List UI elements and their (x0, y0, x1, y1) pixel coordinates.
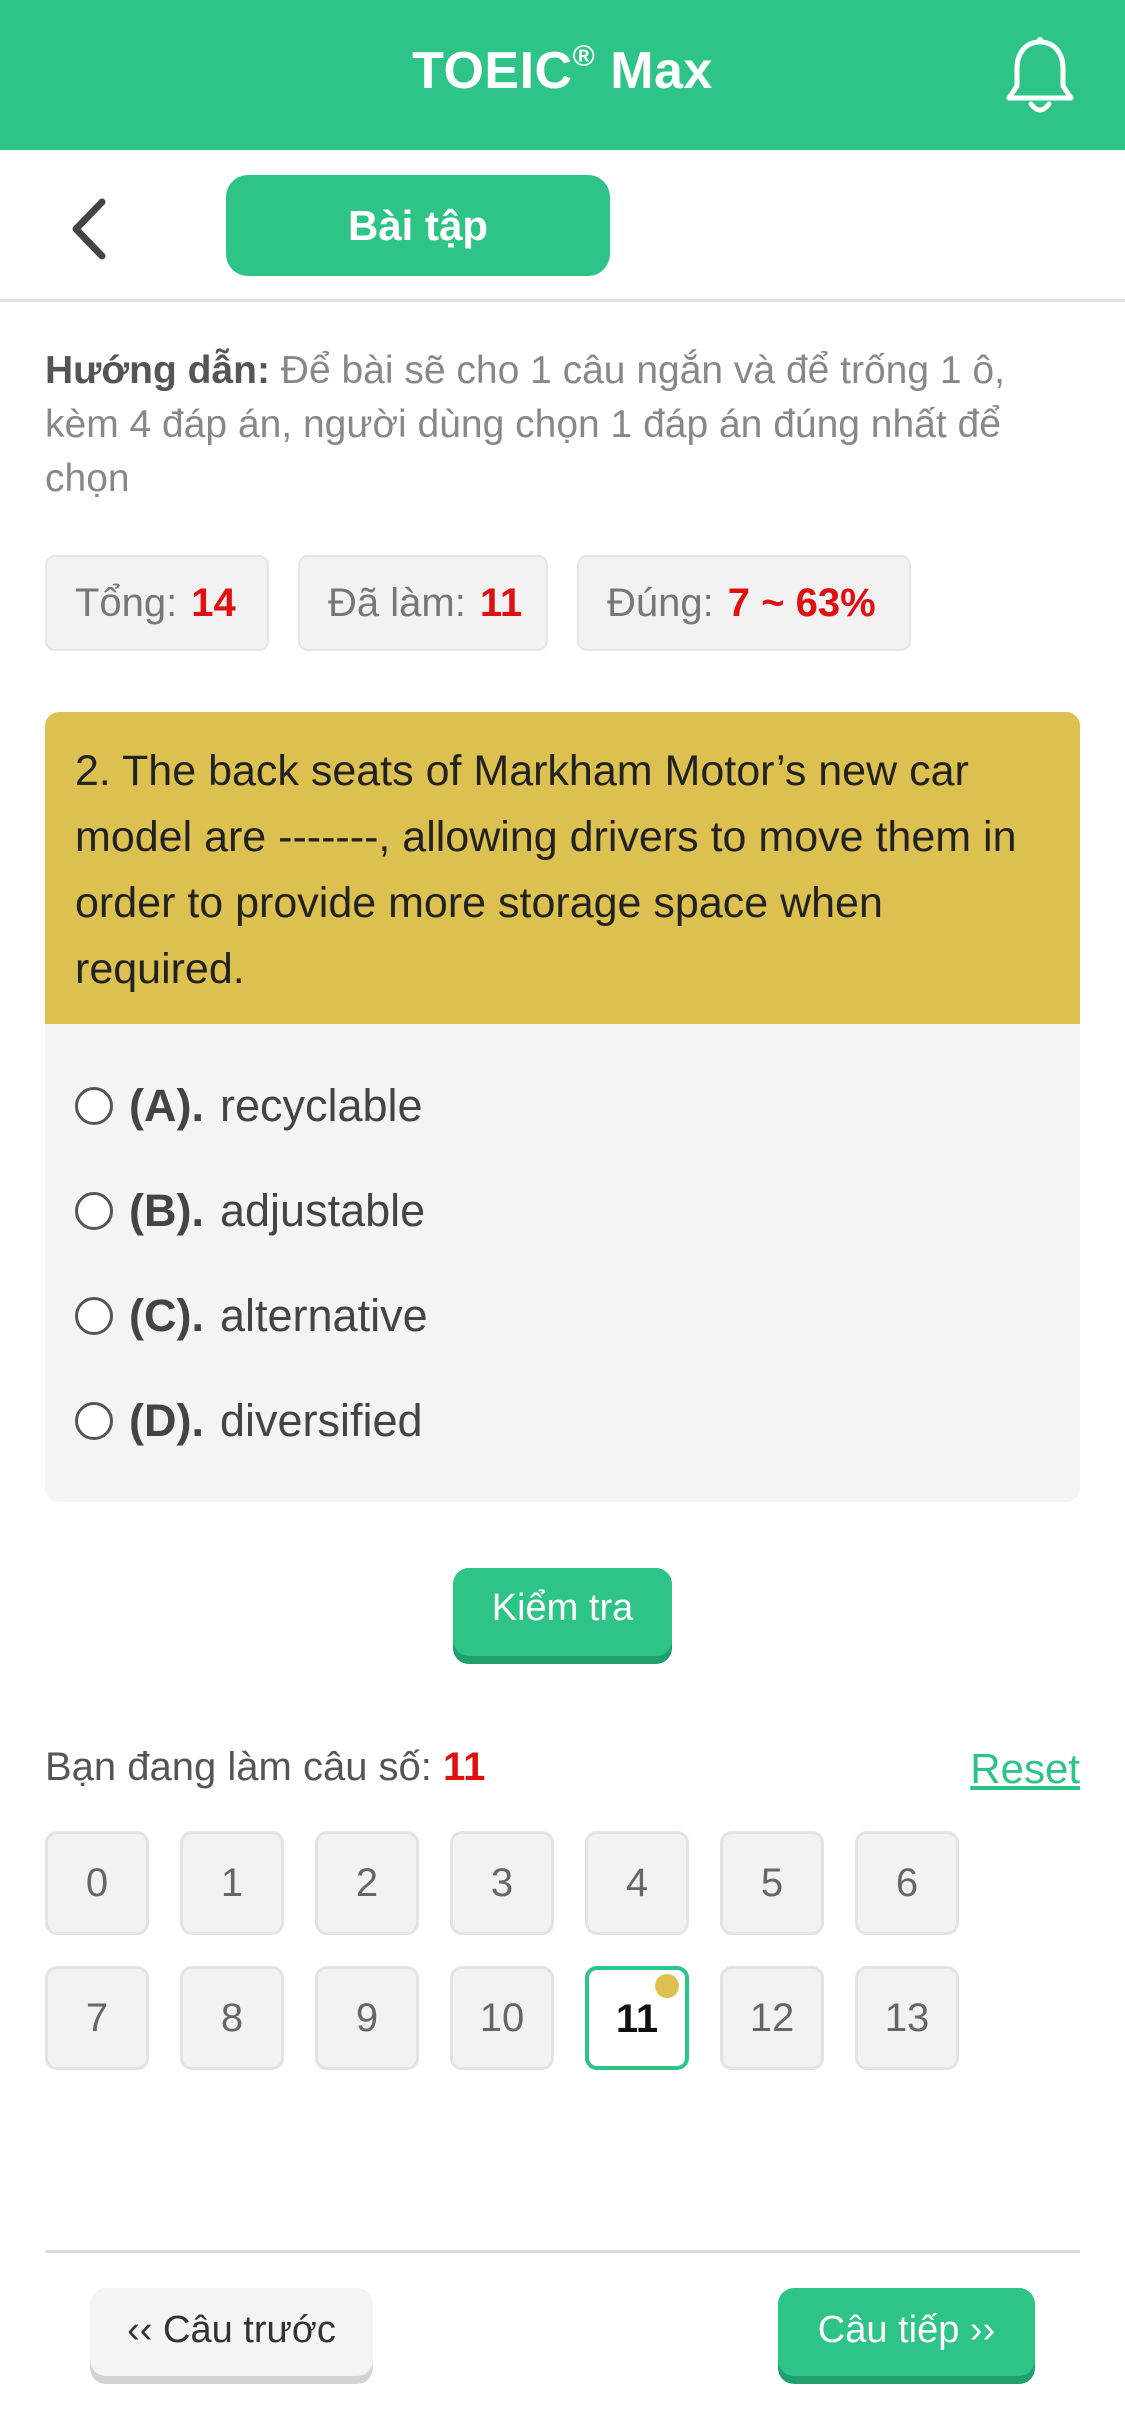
radio-button[interactable] (75, 1087, 113, 1125)
question-number-button[interactable]: 2 (315, 1831, 419, 1935)
question-number-button[interactable]: 7 (45, 1966, 149, 2070)
previous-question-button[interactable]: ‹‹ Câu trước (90, 2288, 373, 2376)
radio-button[interactable] (75, 1402, 113, 1440)
option-c[interactable]: (C). alternative (75, 1286, 428, 1346)
question-number-button[interactable]: 6 (855, 1831, 959, 1935)
option-a[interactable]: (A). recyclable (75, 1076, 423, 1136)
stat-correct: Đúng: 7 ~ 63% (577, 555, 911, 651)
stat-done-value: 11 (479, 581, 523, 625)
question-number-button[interactable]: 1 (180, 1831, 284, 1935)
check-button[interactable]: Kiểm tra (453, 1568, 672, 1656)
current-question-number: 11 (443, 1745, 486, 1789)
option-d[interactable]: (D). diversified (75, 1391, 423, 1451)
instructions: Hướng dẫn: Để bài sẽ cho 1 câu ngắn và đ… (45, 344, 1085, 506)
stat-total-value: 14 (191, 581, 236, 625)
instructions-label: Hướng dẫn: (45, 349, 270, 392)
question-text: 2. The back seats of Markham Motor’s new… (45, 712, 1080, 1024)
stat-total: Tổng: 14 (45, 555, 269, 651)
question-number-button[interactable]: 8 (180, 1966, 284, 2070)
stat-correct-value: 7 ~ 63% (727, 581, 876, 625)
divider (45, 2250, 1080, 2253)
question-number-button[interactable]: 13 (855, 1966, 959, 2070)
app-title: TOEIC® Max (412, 40, 713, 100)
current-marker-dot (655, 1974, 679, 1998)
radio-button[interactable] (75, 1297, 113, 1335)
radio-button[interactable] (75, 1192, 113, 1230)
question-number-button[interactable]: 0 (45, 1831, 149, 1935)
next-question-button[interactable]: Câu tiếp ›› (778, 2288, 1035, 2376)
bell-icon[interactable] (1005, 36, 1075, 116)
chevron-left-icon[interactable] (64, 194, 114, 264)
question-number-button[interactable]: 12 (720, 1966, 824, 2070)
progress-label: Bạn đang làm câu số: 11 (45, 1745, 486, 1789)
question-number-button[interactable]: 10 (450, 1966, 554, 2070)
question-number-button[interactable]: 9 (315, 1966, 419, 2070)
option-b[interactable]: (B). adjustable (75, 1181, 425, 1241)
question-number-button-active[interactable]: 11 (585, 1966, 689, 2070)
app-bar: TOEIC® Max (0, 0, 1125, 150)
question-number-button[interactable]: 3 (450, 1831, 554, 1935)
question-number-button[interactable]: 5 (720, 1831, 824, 1935)
question-number-button[interactable]: 4 (585, 1831, 689, 1935)
question-card: 2. The back seats of Markham Motor’s new… (45, 712, 1080, 1502)
sub-header: Bài tập (0, 150, 1125, 302)
reset-link[interactable]: Reset (970, 1745, 1080, 1793)
tab-exercise[interactable]: Bài tập (226, 175, 610, 276)
stat-done: Đã làm: 11 (298, 555, 548, 651)
